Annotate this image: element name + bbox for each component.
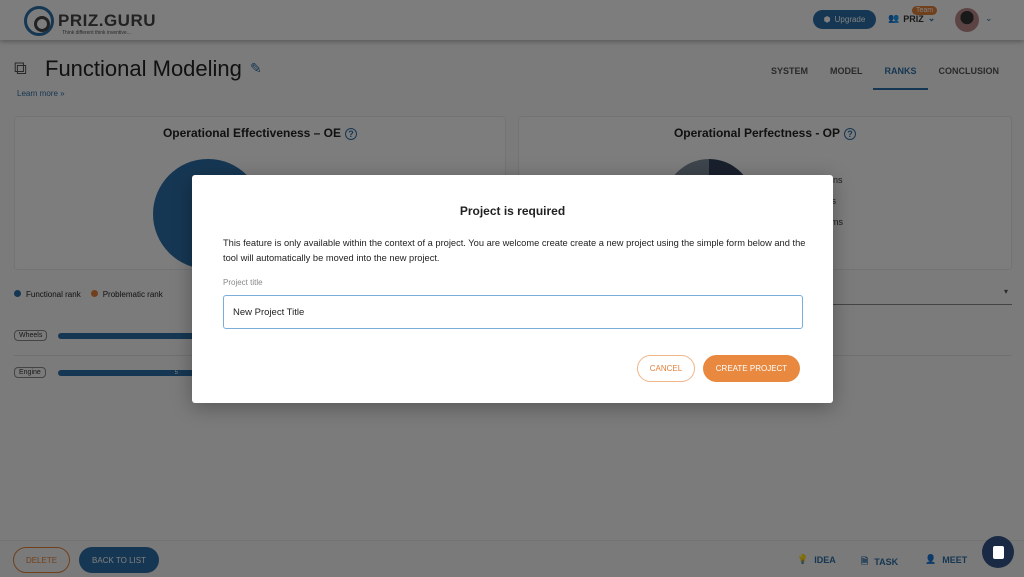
project-title-label: Project title bbox=[223, 278, 263, 287]
project-required-dialog: Project is required This feature is only… bbox=[192, 175, 833, 403]
chat-launcher-button[interactable] bbox=[982, 536, 1014, 568]
dialog-title: Project is required bbox=[459, 204, 566, 218]
create-project-button[interactable]: CREATE PROJECT bbox=[703, 355, 800, 382]
chat-icon bbox=[992, 545, 1004, 559]
dialog-body: This feature is only available within th… bbox=[223, 238, 806, 263]
project-title-input[interactable] bbox=[223, 295, 803, 329]
cancel-button[interactable]: CANCEL bbox=[637, 355, 695, 382]
